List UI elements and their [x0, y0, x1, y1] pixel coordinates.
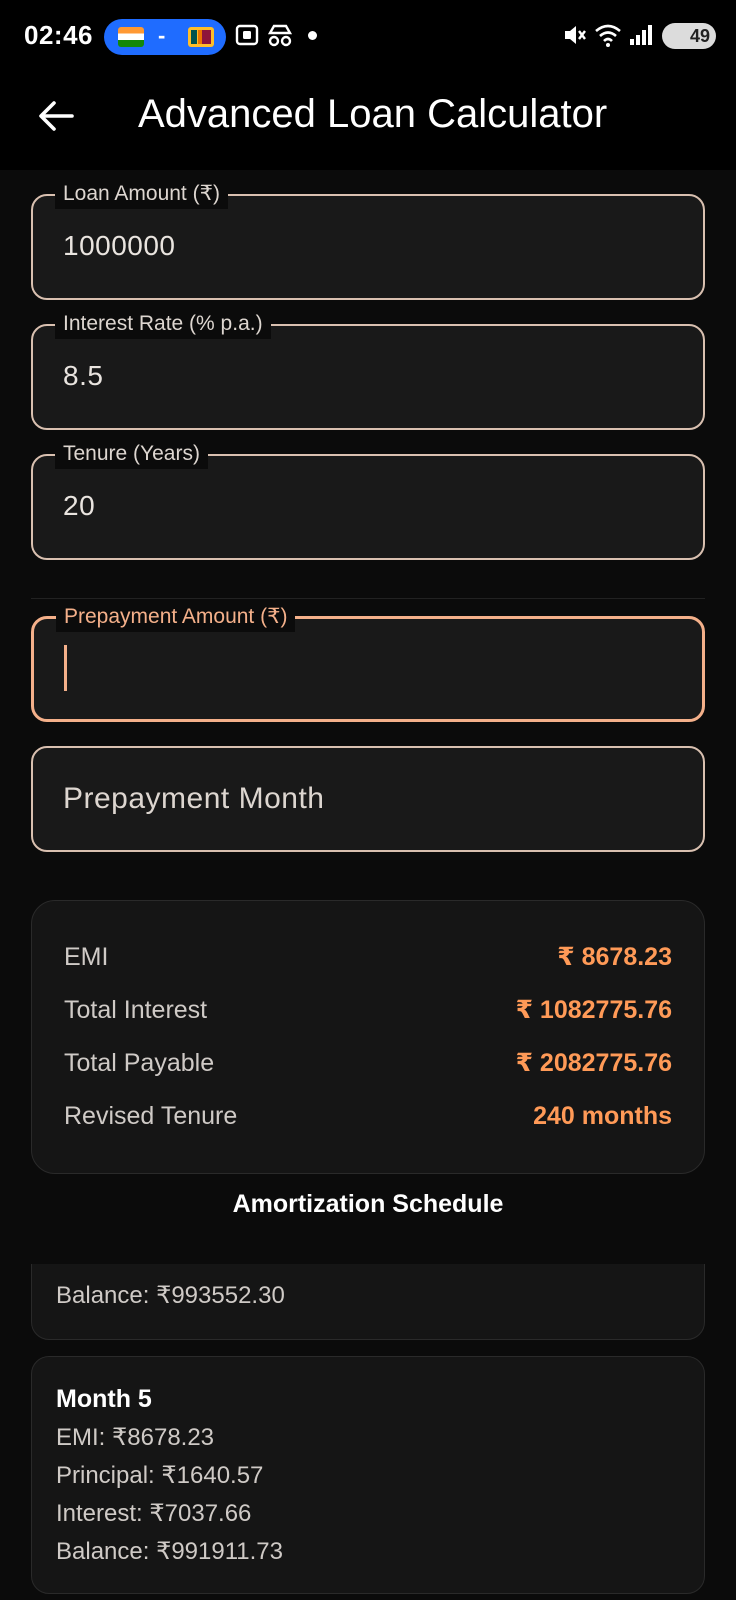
revised-tenure-row: Revised Tenure 240 months — [64, 1096, 672, 1136]
month-5-title: Month 5 — [56, 1385, 152, 1413]
status-bar: 02:46 - 49 — [0, 0, 736, 70]
prepayment-month-field[interactable]: Prepayment Month — [31, 746, 705, 852]
prepayment-month-placeholder: Prepayment Month — [63, 782, 325, 815]
month-5-interest: Interest: ₹7037.66 — [56, 1500, 252, 1527]
revised-tenure-value: 240 months — [533, 1101, 672, 1130]
emi-label: EMI — [64, 942, 109, 971]
status-time: 02:46 — [24, 20, 93, 50]
sri-lanka-flag-icon — [188, 27, 214, 47]
text-cursor — [64, 645, 67, 691]
schedule-card-month-5: Month 5 EMI: ₹8678.23 Principal: ₹1640.5… — [31, 1356, 705, 1594]
calculator-content: Loan Amount (₹) 1000000 Interest Rate (%… — [0, 170, 736, 1600]
emi-value: ₹ 8678.23 — [557, 943, 672, 971]
mute-icon — [565, 26, 586, 44]
battery-level: 49 — [689, 26, 710, 46]
total-interest-row: Total Interest ₹ 1082775.76 — [64, 990, 672, 1030]
amortization-title: Amortization Schedule — [232, 1190, 504, 1218]
incognito-icon — [267, 24, 293, 47]
interest-rate-field[interactable]: Interest Rate (% p.a.) 8.5 — [31, 309, 705, 430]
india-flag-icon — [118, 27, 144, 47]
prepayment-amount-label: Prepayment Amount (₹) — [56, 602, 296, 632]
wifi-icon — [595, 24, 621, 47]
loan-amount-label: Loan Amount (₹) — [55, 179, 228, 209]
tenure-label: Tenure (Years) — [55, 439, 208, 469]
results-card: EMI ₹ 8678.23 Total Interest ₹ 1082775.7… — [31, 900, 705, 1174]
interest-rate-label: Interest Rate (% p.a.) — [55, 309, 271, 339]
battery-indicator: 49 — [662, 23, 716, 49]
divider — [31, 598, 705, 599]
month-4-balance: Balance: ₹993552.30 — [56, 1282, 285, 1309]
back-arrow-icon[interactable] — [36, 96, 76, 136]
month-5-principal: Principal: ₹1640.57 — [56, 1462, 264, 1489]
total-payable-value: ₹ 2082775.76 — [515, 1049, 672, 1077]
signal-icon — [630, 25, 652, 45]
month-5-balance: Balance: ₹991911.73 — [56, 1538, 284, 1565]
translation-pill[interactable]: - — [104, 19, 226, 55]
prepayment-amount-field[interactable]: Prepayment Amount (₹) — [31, 602, 705, 722]
page-title: Advanced Loan Calculator — [138, 92, 608, 136]
total-interest-value: ₹ 1082775.76 — [515, 996, 672, 1024]
total-payable-label: Total Payable — [64, 1048, 215, 1077]
screenshot-icon — [235, 24, 259, 46]
schedule-card-month-4: Balance: ₹993552.30 — [31, 1264, 705, 1340]
app-bar: Advanced Loan Calculator — [0, 70, 736, 170]
tenure-field[interactable]: Tenure (Years) 20 — [31, 439, 705, 560]
tenure-value[interactable]: 20 — [63, 490, 95, 522]
month-5-emi: EMI: ₹8678.23 — [56, 1424, 215, 1451]
total-payable-row: Total Payable ₹ 2082775.76 — [64, 1043, 672, 1083]
total-interest-label: Total Interest — [64, 995, 208, 1024]
interest-rate-value[interactable]: 8.5 — [63, 360, 103, 392]
loan-amount-field[interactable]: Loan Amount (₹) 1000000 — [31, 179, 705, 300]
pill-separator: - — [158, 23, 166, 48]
loan-amount-value[interactable]: 1000000 — [63, 230, 176, 262]
amortization-list[interactable]: Balance: ₹993552.30 Month 5 EMI: ₹8678.2… — [0, 1264, 736, 1600]
emi-row: EMI ₹ 8678.23 — [64, 937, 672, 977]
notification-dot-icon — [308, 31, 317, 40]
revised-tenure-label: Revised Tenure — [64, 1101, 238, 1130]
